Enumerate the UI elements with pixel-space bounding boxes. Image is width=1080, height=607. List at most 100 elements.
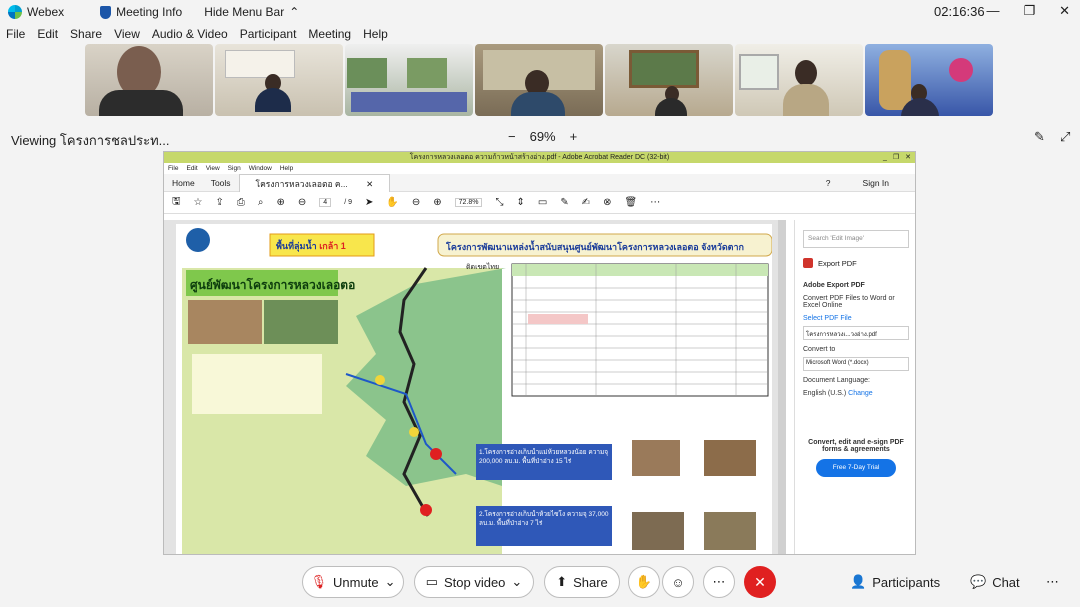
page-up-icon[interactable]: ⊕ [277, 197, 285, 208]
save-icon[interactable]: 🖫 [172, 194, 181, 211]
participant-video[interactable] [735, 44, 863, 116]
document-area: พื้นที่ลุ่มน้ำ เกล้า 1 โครงการพัฒนาแหล่ง… [164, 220, 786, 554]
export-pdf-header[interactable]: Export PDF [803, 258, 909, 268]
convert-to-label: Convert to [803, 346, 836, 353]
close-icon[interactable]: ✕ [905, 152, 911, 163]
hand-icon[interactable]: ✋ [386, 197, 398, 208]
unmute-button[interactable]: 🎙 Unmute ⌄ [302, 566, 404, 598]
menu-share[interactable]: Share [70, 27, 102, 43]
tab-tools[interactable]: Tools [203, 178, 239, 188]
zoom-out-icon[interactable]: ⊖ [412, 197, 420, 208]
participant-video[interactable] [215, 44, 343, 116]
search-icon[interactable]: ⌕ [258, 197, 264, 208]
site-photo-4 [704, 512, 756, 550]
sign-in-button[interactable]: Sign In [855, 178, 897, 188]
bookmark-star-icon[interactable]: ☆ [194, 197, 203, 208]
tools-search-input[interactable]: Search 'Edit Image' [803, 230, 909, 248]
participant-video[interactable] [85, 44, 213, 116]
page-number-input[interactable]: 4 [319, 198, 332, 207]
menu-participant[interactable]: Participant [240, 27, 297, 43]
adobe-export-desc: Convert PDF Files to Word or Excel Onlin… [803, 295, 895, 309]
share-button[interactable]: ⬆ Share [544, 566, 620, 598]
format-select[interactable]: Microsoft Word (*.docx) [803, 357, 909, 371]
participant-video[interactable] [345, 44, 473, 116]
hide-menu-bar-button[interactable]: Hide Menu Bar ⌃ [204, 5, 299, 19]
minimize-icon[interactable]: _ [883, 152, 887, 163]
more-icon[interactable]: ⋯ [650, 197, 660, 208]
participant-video[interactable] [865, 44, 993, 116]
acrobat-menu-help[interactable]: Help [280, 163, 293, 174]
stamp-icon[interactable]: ⊗ [603, 197, 611, 208]
stop-video-button[interactable]: ▭ Stop video ⌄ [414, 566, 534, 598]
page-down-icon[interactable]: ⊖ [298, 197, 306, 208]
shield-icon [100, 5, 112, 19]
acrobat-right-panel: Search 'Edit Image' Export PDF Adobe Exp… [794, 220, 915, 554]
expand-icon[interactable]: ⤢ [1060, 129, 1070, 145]
acrobat-menu-edit[interactable]: Edit [186, 163, 197, 174]
chat-button[interactable]: 💬 Chat [970, 574, 1020, 590]
menu-meeting[interactable]: Meeting [308, 27, 351, 43]
chevron-down-icon[interactable]: ⌄ [385, 574, 396, 590]
acrobat-menu-sign[interactable]: Sign [228, 163, 241, 174]
fit-page-icon[interactable]: ⤡ [495, 197, 503, 208]
highlight-icon[interactable]: ✎ [560, 197, 568, 208]
menu-audio-video[interactable]: Audio & Video [152, 27, 228, 43]
reactions-button[interactable]: ☺ [662, 566, 694, 598]
acrobat-window-controls: _ ❐ ✕ [883, 152, 911, 163]
participants-label: Participants [872, 574, 941, 590]
chat-label: Chat [992, 574, 1020, 590]
more-options-button[interactable]: ⋯ [703, 566, 735, 598]
zoom-controls: − 69% + [508, 129, 577, 144]
webex-app[interactable]: Webex [8, 5, 64, 19]
upload-icon[interactable]: ⇪ [216, 197, 224, 208]
participant-video[interactable] [475, 44, 603, 116]
menu-edit[interactable]: Edit [37, 27, 58, 43]
zoom-out-button[interactable]: − [508, 129, 516, 144]
change-language-link[interactable]: Change [848, 390, 873, 397]
participant-video[interactable] [605, 44, 733, 116]
zoom-in-icon[interactable]: ⊕ [433, 197, 441, 208]
participants-button[interactable]: 👤 Participants [850, 574, 940, 590]
menu-help[interactable]: Help [363, 27, 388, 43]
more-icon: ⋯ [712, 574, 726, 589]
select-pdf-link[interactable]: Select PDF File [803, 315, 909, 322]
menu-view[interactable]: View [114, 27, 140, 43]
close-icon[interactable]: ✕ [358, 179, 381, 189]
selected-file[interactable]: โครงการหลวงเ...วงอ่าง.pdf [803, 326, 909, 340]
fill-sign-icon[interactable]: ✍ [582, 197, 590, 208]
select-cursor-icon[interactable]: ➤ [365, 197, 373, 208]
menu-file[interactable]: File [6, 27, 25, 43]
annotate-icon[interactable]: ✎ [1034, 129, 1045, 145]
meeting-info-button[interactable]: Meeting Info [100, 5, 182, 19]
print-icon[interactable]: ⎙ [237, 197, 245, 208]
more-panels-button[interactable]: ⋯ [1046, 574, 1059, 590]
zoom-input[interactable]: 72.8% [454, 198, 483, 207]
heading-left-text: พื้นที่ลุ่มน้ำ [276, 241, 317, 251]
delete-icon[interactable]: 🗑 [624, 197, 637, 208]
minimize-icon[interactable]: — [986, 3, 999, 19]
vertical-scrollbar[interactable] [778, 220, 786, 554]
close-icon: ✕ [754, 573, 766, 590]
export-pdf-label: Export PDF [818, 258, 857, 268]
zoom-in-button[interactable]: + [570, 129, 578, 144]
raise-hand-button[interactable]: ✋ [628, 566, 660, 598]
share-icon: ⬆ [556, 574, 568, 589]
shared-screen[interactable]: โครงการหลวงเลอตอ ความก้าวหน้าสร้างอ่าง.p… [163, 151, 916, 555]
tab-document[interactable]: โครงการหลวงเลอตอ ค... ✕ [238, 173, 391, 192]
close-icon[interactable]: ✕ [1059, 3, 1070, 19]
chevron-down-icon[interactable]: ⌄ [511, 574, 522, 590]
acrobat-menu-file[interactable]: File [168, 163, 178, 174]
restore-icon[interactable]: ❐ [893, 152, 899, 163]
acrobat-menu-view[interactable]: View [206, 163, 220, 174]
scroll-mode-icon[interactable]: ⇕ [516, 197, 524, 208]
comment-icon[interactable]: ▭ [538, 197, 547, 208]
pdf-page-content [182, 228, 772, 554]
restore-icon[interactable]: ❐ [1023, 3, 1035, 19]
hide-menu-label: Hide Menu Bar [204, 5, 285, 19]
government-logo-icon [186, 228, 210, 252]
acrobat-menu-window[interactable]: Window [249, 163, 272, 174]
help-icon[interactable]: ? [818, 178, 839, 188]
free-trial-button[interactable]: Free 7-Day Trial [816, 459, 896, 477]
tab-home[interactable]: Home [164, 178, 203, 188]
leave-meeting-button[interactable]: ✕ [744, 566, 776, 598]
